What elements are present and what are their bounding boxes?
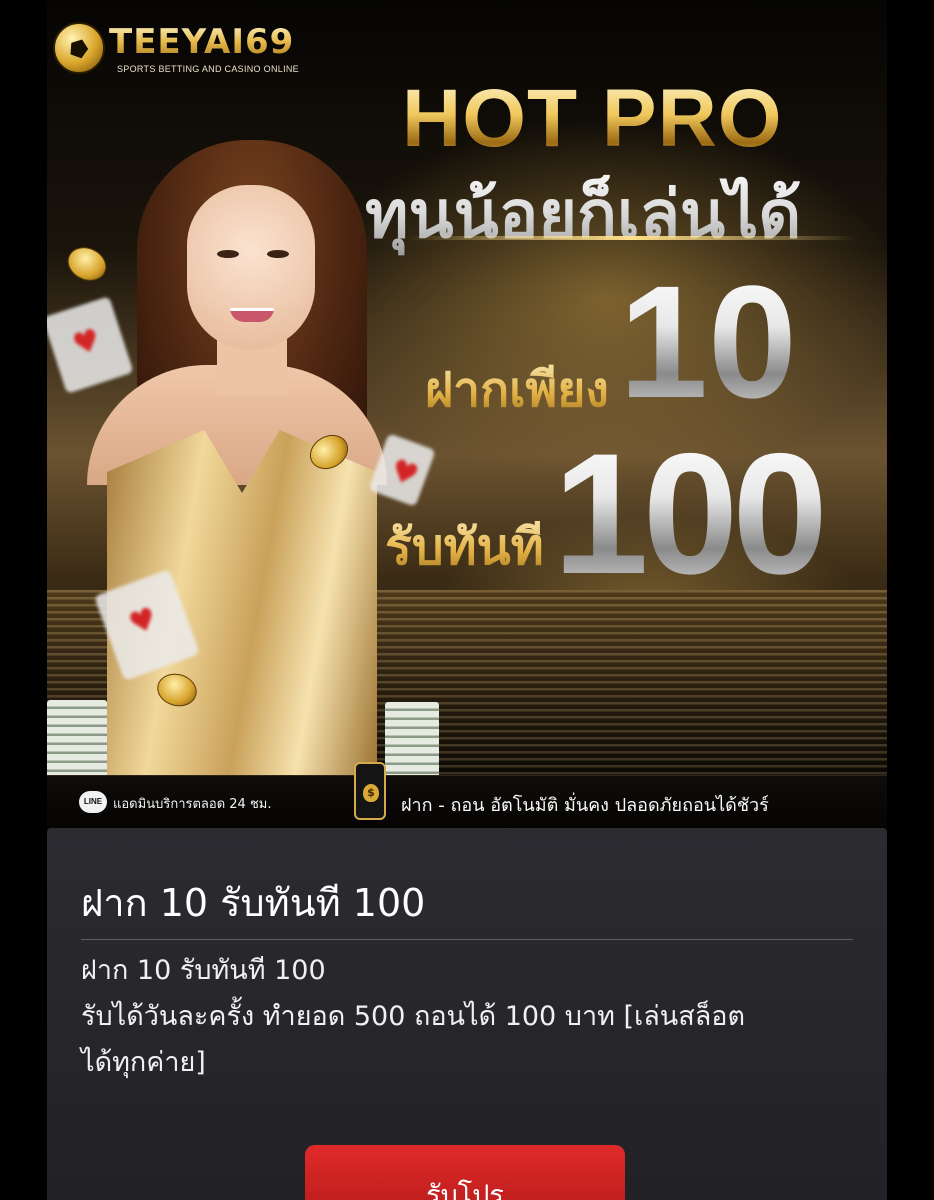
promo-banner: TEEYAI69 SPORTS BETTING AND CASINO ONLIN… <box>47 0 887 828</box>
deposit-amount: 10 <box>619 252 797 431</box>
logo-tagline: SPORTS BETTING AND CASINO ONLINE <box>117 64 299 74</box>
brand-logo: TEEYAI69 SPORTS BETTING AND CASINO ONLIN… <box>53 20 313 80</box>
claim-promo-button[interactable]: รับโปร <box>305 1145 625 1200</box>
promo-details-card: ฝาก 10 รับทันที 100 ฝาก 10 รับทันที 100 … <box>47 828 887 1200</box>
football-logo-icon <box>53 22 105 74</box>
headline-divider <box>407 236 857 240</box>
model-face <box>187 185 315 350</box>
line-icon: LINE <box>79 791 107 813</box>
promo-description-line: ฝาก 10 รับทันที 100 <box>81 955 326 986</box>
deposit-label: ฝากเพียง <box>425 352 609 428</box>
receive-label: รับทันที <box>385 508 544 587</box>
cash-stack-icon <box>385 702 439 782</box>
promo-description-line: รับได้วันละครั้ง ทำยอด 500 ถอนได้ 100 บา… <box>81 1001 746 1032</box>
mobile-wallet-icon: $ <box>354 762 386 820</box>
logo-name: TEEYAI69 <box>109 22 295 62</box>
money-bag-icon: $ <box>363 784 379 802</box>
cash-stack-icon <box>47 700 107 780</box>
receive-amount: 100 <box>553 418 828 610</box>
auto-cashout-text: ฝาก - ถอน อัตโนมัติ มั่นคง ปลอดภัยถอนได้… <box>401 795 769 816</box>
promo-description: ฝาก 10 รับทันที 100 รับได้วันละครั้ง ทำย… <box>81 948 853 1086</box>
promo-title: ฝาก 10 รับทันที 100 <box>81 881 426 925</box>
banner-headline: HOT PRO <box>402 73 783 164</box>
service-info-bar: LINE แอดมินบริการตลอด 24 ชม. $ ฝาก - ถอน… <box>47 762 887 829</box>
promo-description-line: ได้ทุกค่าย] <box>81 1047 206 1078</box>
model-illustration <box>67 130 407 780</box>
model-eye-right <box>267 250 289 258</box>
admin-service-text: แอดมินบริการตลอด 24 ชม. <box>113 797 272 812</box>
model-eye-left <box>217 250 239 258</box>
promo-divider <box>81 939 853 940</box>
